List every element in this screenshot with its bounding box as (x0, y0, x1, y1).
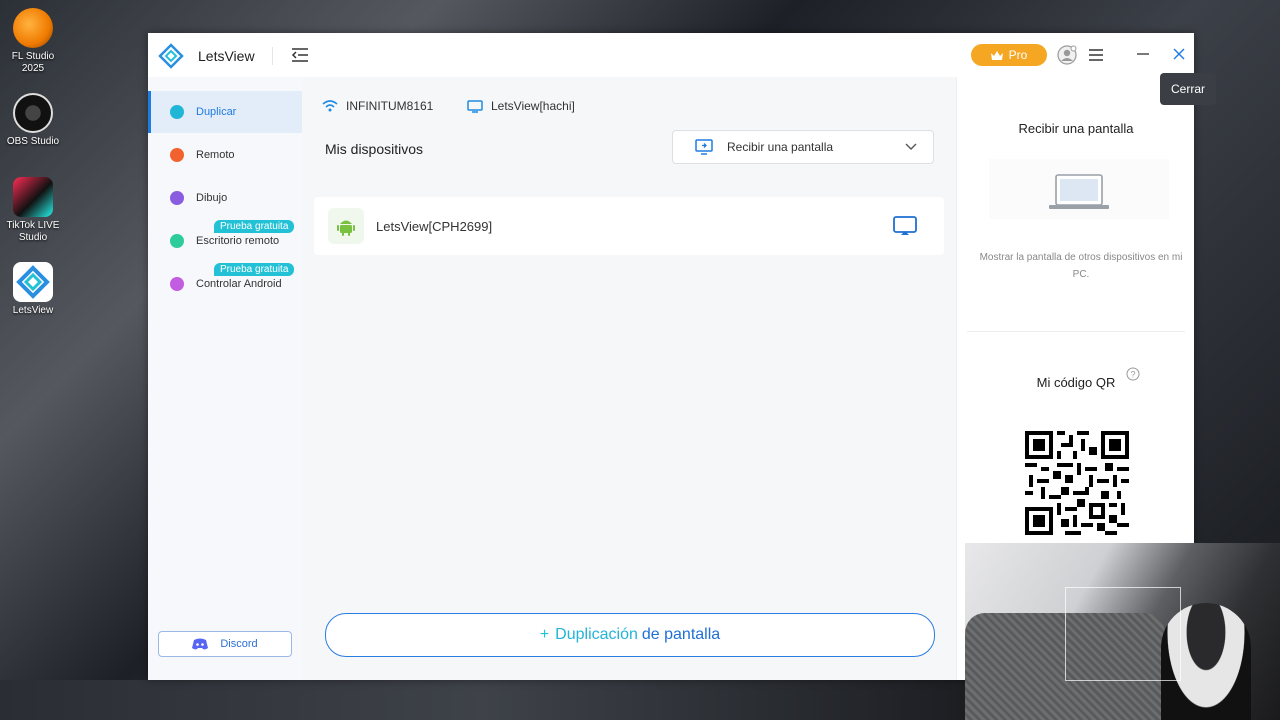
fl-studio-icon (13, 8, 53, 48)
controlar-android-icon (170, 277, 184, 291)
user-avatar-icon[interactable] (1057, 45, 1077, 65)
collapse-sidebar-icon[interactable] (290, 46, 310, 64)
sidebar-item-label: Dibujo (196, 192, 228, 204)
remoto-icon (170, 148, 184, 162)
letsview-icon (13, 262, 53, 302)
pro-label: Pro (1008, 48, 1028, 62)
main-panel: INFINITUM8161 LetsView[hachi] Mis dispos… (302, 77, 956, 680)
title-bar: LetsView Pro (148, 33, 1194, 77)
desktop-icon-tiktok-live[interactable]: TikTok LIVE Studio (4, 177, 62, 244)
close-tooltip: Cerrar (1160, 73, 1216, 105)
sidebar-item-duplicar[interactable]: Duplicar (148, 91, 302, 133)
webcam-overlay (965, 543, 1280, 720)
desktop-icon-label: FL Studio 2025 (11, 51, 55, 74)
cast-screen-icon[interactable] (892, 215, 918, 237)
wifi-name: INFINITUM8161 (346, 99, 434, 113)
desktop-icon-label: LetsView (12, 305, 54, 316)
screen-receive-icon (695, 139, 713, 155)
plus-icon: + (539, 626, 550, 643)
receive-screen-dropdown[interactable]: Recibir una pantalla (672, 130, 934, 164)
qr-title: Mi código QR (1036, 375, 1116, 390)
dibujo-icon (170, 191, 184, 205)
pc-name-label: LetsView[hachi] (491, 99, 575, 113)
wifi-network: INFINITUM8161 (322, 99, 433, 113)
sidebar-item-label: Remoto (196, 149, 235, 161)
crown-icon (990, 51, 1003, 60)
menu-icon[interactable] (1088, 48, 1104, 62)
section-title: Mis dispositivos (325, 141, 424, 157)
desktop-icon-fl-studio[interactable]: FL Studio 2025 (4, 8, 62, 75)
laptop-icon (1049, 174, 1109, 209)
discord-label: Discord (220, 638, 258, 650)
divider (967, 331, 1185, 332)
sidebar-item-label: Controlar Android (196, 278, 282, 290)
svg-text:?: ? (1130, 370, 1135, 380)
sidebar-item-label: Duplicar (196, 106, 237, 118)
desktop-background-strip (0, 680, 965, 720)
help-icon[interactable]: ? (1126, 367, 1140, 381)
escritorio-remoto-icon (170, 234, 184, 248)
chevron-down-icon (905, 143, 917, 150)
minimize-icon[interactable] (1136, 49, 1150, 59)
qr-code[interactable] (1025, 431, 1129, 535)
desktop-icon-label: TikTok LIVE Studio (6, 220, 60, 243)
device-name: LetsView[CPH2699] (376, 218, 493, 234)
duplicar-icon (170, 105, 184, 119)
divider (272, 47, 273, 65)
dup-button-label-part2: de pantalla (641, 626, 721, 643)
letsview-logo-icon (158, 43, 184, 69)
monitor-icon (467, 99, 483, 113)
obs-icon (13, 93, 53, 133)
sidebar-item-dibujo[interactable]: Dibujo (148, 177, 302, 219)
dup-button-label-part1: Duplicación (555, 626, 638, 643)
pc-name: LetsView[hachi] (467, 99, 575, 113)
tiktok-icon (13, 177, 53, 217)
desktop-icon-label: OBS Studio (6, 136, 60, 147)
app-title: LetsView (198, 48, 255, 64)
sidebar: Duplicar Remoto Dibujo Prueba gratuita E… (148, 77, 302, 680)
laptop-illustration (989, 159, 1169, 219)
discord-icon (192, 638, 209, 650)
android-icon (328, 208, 364, 244)
sidebar-item-controlar-android[interactable]: Controlar Android (148, 263, 302, 305)
webcam-frame (1065, 587, 1181, 681)
close-icon[interactable] (1172, 47, 1186, 61)
receive-screen-description: Mostrar la pantalla de otros dispositivo… (979, 252, 1183, 280)
sidebar-item-escritorio-remoto[interactable]: Escritorio remoto (148, 220, 302, 262)
pro-button[interactable]: Pro (971, 44, 1047, 66)
discord-button[interactable]: Discord (158, 631, 292, 657)
sidebar-item-remoto[interactable]: Remoto (148, 134, 302, 176)
desktop-icon-letsview[interactable]: LetsView (4, 262, 62, 317)
screen-mirroring-button[interactable]: + Duplicación de pantalla (325, 613, 935, 657)
wifi-icon (322, 100, 338, 112)
receive-screen-title: Recibir una pantalla (1018, 121, 1134, 136)
desktop-icon-obs[interactable]: OBS Studio (4, 93, 62, 148)
sidebar-item-label: Escritorio remoto (196, 235, 280, 247)
dropdown-label: Recibir una pantalla (727, 140, 834, 154)
device-item[interactable]: LetsView[CPH2699] (314, 197, 944, 255)
